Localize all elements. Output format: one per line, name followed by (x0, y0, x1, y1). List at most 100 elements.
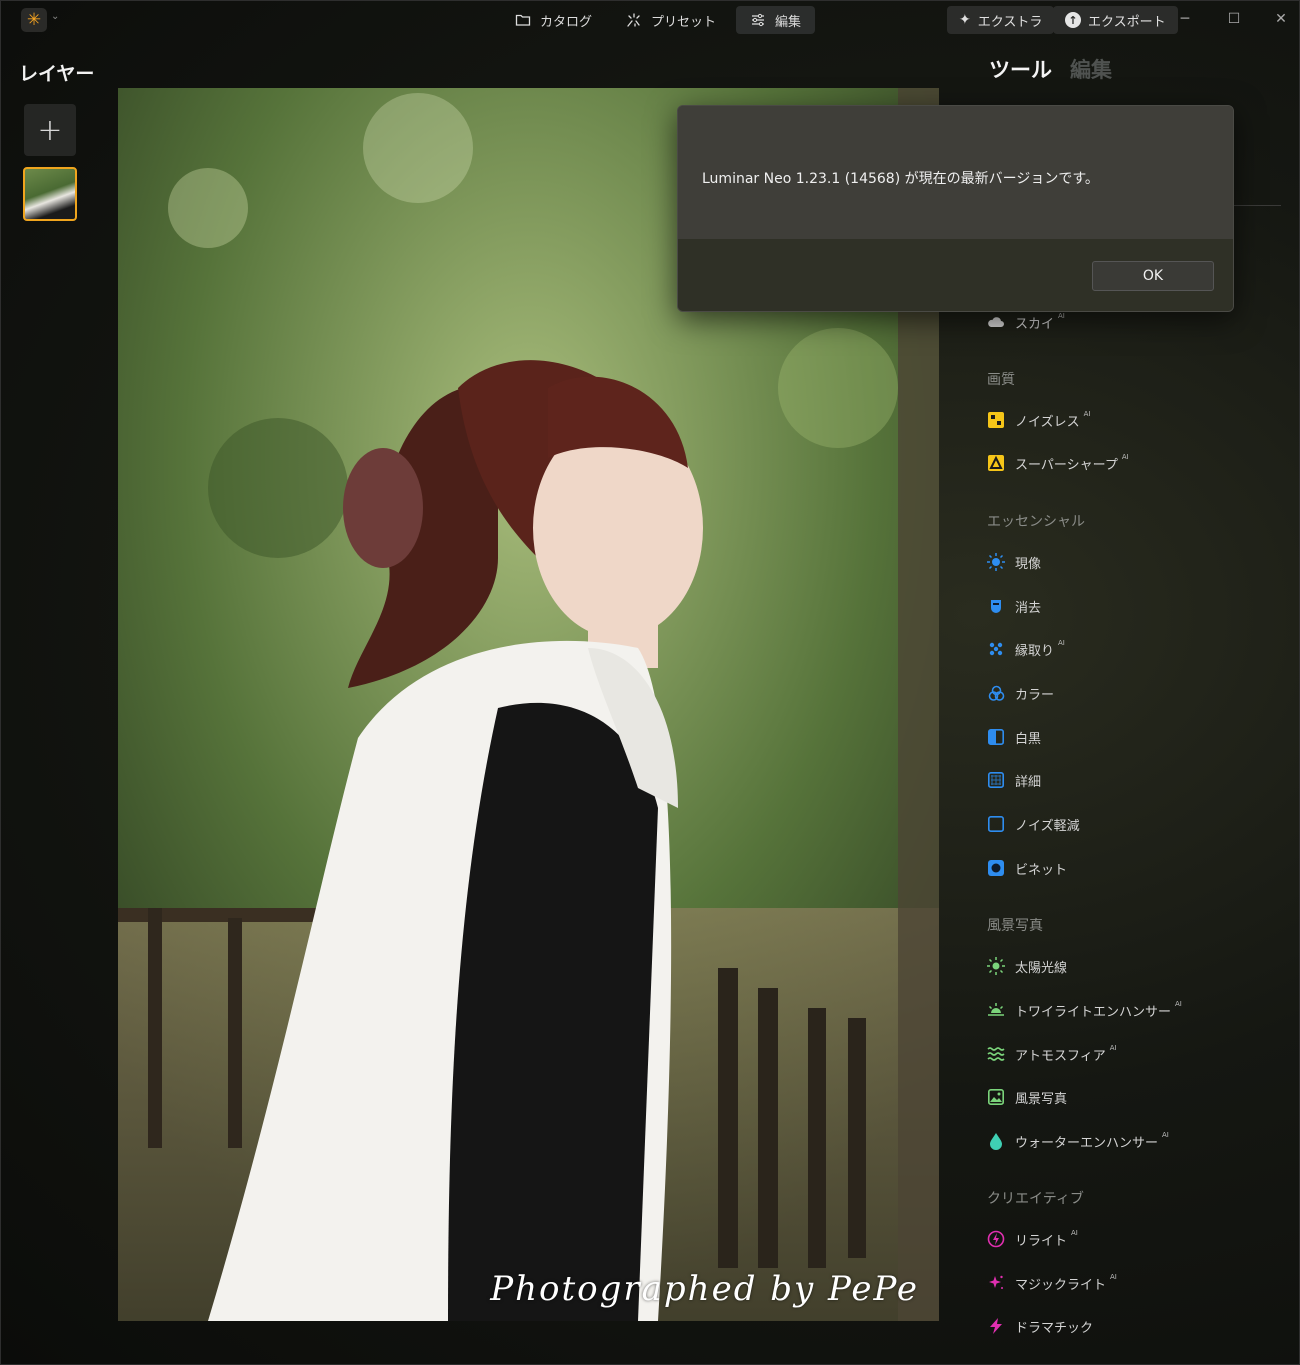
tool-dramatic-label: ドラマチック (1015, 1320, 1094, 1336)
export-button[interactable]: ↑ エクスポート (1053, 6, 1178, 34)
section-essentials: エッセンシャル (987, 514, 1085, 530)
tab-edit-label: 編集 (775, 14, 802, 30)
chevron-down-icon[interactable]: ⌄ (51, 11, 59, 22)
extras-button[interactable]: ✦ エクストラ (947, 6, 1055, 34)
sun-icon (987, 553, 1005, 571)
close-icon[interactable]: ✕ (1271, 9, 1291, 29)
tool-supersharp-label: スーパーシャープ (1015, 457, 1118, 473)
eraser-icon (987, 597, 1005, 615)
tool-noiseless[interactable]: ノイズレス AI (987, 408, 1090, 432)
panel-tabs: ツール 編集 (989, 54, 1112, 84)
square-icon (987, 815, 1005, 833)
ok-button[interactable]: OK (1092, 261, 1214, 291)
main-nav-tabs: カタログ プリセット 編集 (501, 6, 816, 34)
ai-badge: AI (1175, 1000, 1182, 1008)
tool-edge[interactable]: 縁取り AI (987, 637, 1065, 661)
tool-bw[interactable]: 白黒 (987, 725, 1041, 749)
tab-tools[interactable]: ツール (989, 54, 1052, 84)
tab-presets-label: プリセット (651, 14, 717, 30)
dialog-body: Luminar Neo 1.23.1 (14568) が現在の最新バージョンです… (678, 106, 1233, 239)
app-window: ✳ ⌄ カタログ プリセット 編集 ✦ エクストラ ↑ エクスポート ─ ☐ ✕… (0, 0, 1300, 1365)
tool-sky[interactable]: スカイ AI (987, 310, 1065, 334)
tool-atmosphere-label: アトモスフィア (1015, 1048, 1106, 1064)
vignette-icon (987, 859, 1005, 877)
tool-color-label: カラー (1015, 687, 1055, 703)
dialog-message: Luminar Neo 1.23.1 (14568) が現在の最新バージョンです… (702, 171, 1099, 187)
sliders-icon (752, 13, 765, 27)
tool-sunrays[interactable]: 太陽光線 (987, 954, 1067, 978)
tool-noiseless-label: ノイズレス (1015, 414, 1080, 430)
tool-twilight[interactable]: トワイライトエンハンサー AI (987, 998, 1182, 1022)
cloud-icon (987, 313, 1005, 331)
tool-denoise-label: ノイズ軽減 (1015, 818, 1080, 834)
sunset-icon (987, 1001, 1005, 1019)
tool-denoise[interactable]: ノイズ軽減 (987, 812, 1080, 836)
tool-magiclight[interactable]: マジックライト AI (987, 1271, 1117, 1295)
ai-badge: AI (1109, 1044, 1117, 1052)
tool-color[interactable]: カラー (987, 681, 1054, 705)
tab-edit[interactable]: 編集 (736, 6, 816, 34)
plus-icon: + (37, 112, 63, 148)
folder-icon (515, 14, 531, 26)
ai-badge: AI (1071, 1229, 1078, 1237)
bw-icon (987, 728, 1005, 746)
relight-icon (987, 1230, 1005, 1248)
tool-landscape-label: 風景写真 (1015, 1091, 1068, 1107)
ai-badge: AI (1058, 312, 1065, 320)
tool-water[interactable]: ウォーターエンハンサー AI (987, 1129, 1169, 1153)
lightning-icon (987, 1317, 1005, 1335)
add-layer-button[interactable]: + (24, 104, 76, 156)
photo-watermark: Photographed by PePe (490, 1269, 919, 1309)
supersharp-icon (987, 454, 1005, 472)
tool-vignette[interactable]: ビネット (987, 856, 1067, 880)
tool-atmosphere[interactable]: アトモスフィア AI (987, 1042, 1117, 1066)
ai-badge: AI (1083, 410, 1091, 418)
section-landscape: 風景写真 (987, 918, 1043, 934)
layer-thumbnail[interactable] (23, 167, 77, 221)
version-dialog: Luminar Neo 1.23.1 (14568) が現在の最新バージョンです… (677, 105, 1234, 312)
tool-details-label: 詳細 (1015, 774, 1042, 790)
grid-icon (987, 771, 1005, 789)
extras-label: エクストラ (977, 14, 1043, 30)
panel-divider (1231, 205, 1281, 206)
app-logo-icon[interactable]: ✳ (21, 8, 47, 32)
section-creative: クリエイティブ (987, 1191, 1084, 1207)
noiseless-icon (987, 411, 1005, 429)
tab-catalog-label: カタログ (540, 14, 593, 30)
tool-landscape[interactable]: 風景写真 (987, 1085, 1067, 1109)
color-circles-icon (987, 684, 1005, 702)
tool-relight-label: リライト (1015, 1233, 1068, 1249)
dots-icon (987, 640, 1005, 658)
landscape-icon (987, 1088, 1005, 1106)
water-drop-icon (987, 1132, 1005, 1150)
tool-edge-label: 縁取り (1015, 643, 1055, 659)
tool-develop[interactable]: 現像 (987, 550, 1041, 574)
layers-title: レイヤー (19, 63, 95, 85)
section-quality: 画質 (987, 372, 1015, 388)
tool-erase[interactable]: 消去 (987, 594, 1041, 618)
tab-catalog[interactable]: カタログ (501, 6, 606, 34)
ai-badge: AI (1121, 453, 1129, 461)
tool-twilight-label: トワイライトエンハンサー (1015, 1004, 1172, 1020)
tool-supersharp[interactable]: スーパーシャープ AI (987, 451, 1129, 475)
tool-sky-label: スカイ (1015, 316, 1055, 332)
maximize-icon[interactable]: ☐ (1224, 9, 1244, 29)
tool-relight[interactable]: リライト AI (987, 1227, 1078, 1251)
tab-presets[interactable]: プリセット (612, 6, 730, 34)
waves-icon (987, 1045, 1005, 1063)
ai-badge: AI (1162, 1131, 1169, 1139)
tab-edit-panel[interactable]: 編集 (1070, 54, 1112, 84)
tool-develop-label: 現像 (1015, 556, 1042, 572)
minimize-icon[interactable]: ─ (1175, 9, 1195, 29)
tool-magiclight-label: マジックライト (1015, 1277, 1107, 1293)
upload-icon: ↑ (1065, 12, 1081, 28)
dialog-footer: OK (678, 239, 1233, 311)
ai-badge: AI (1058, 639, 1065, 647)
sparkle-icon (627, 13, 640, 27)
tool-sunrays-label: 太陽光線 (1015, 960, 1068, 976)
tool-details[interactable]: 詳細 (987, 768, 1041, 792)
tool-dramatic[interactable]: ドラマチック (987, 1314, 1093, 1338)
title-bar: ✳ ⌄ カタログ プリセット 編集 ✦ エクストラ ↑ エクスポート ─ ☐ ✕ (1, 1, 1300, 39)
export-label: エクスポート (1088, 14, 1166, 30)
tool-water-label: ウォーターエンハンサー (1015, 1135, 1159, 1151)
